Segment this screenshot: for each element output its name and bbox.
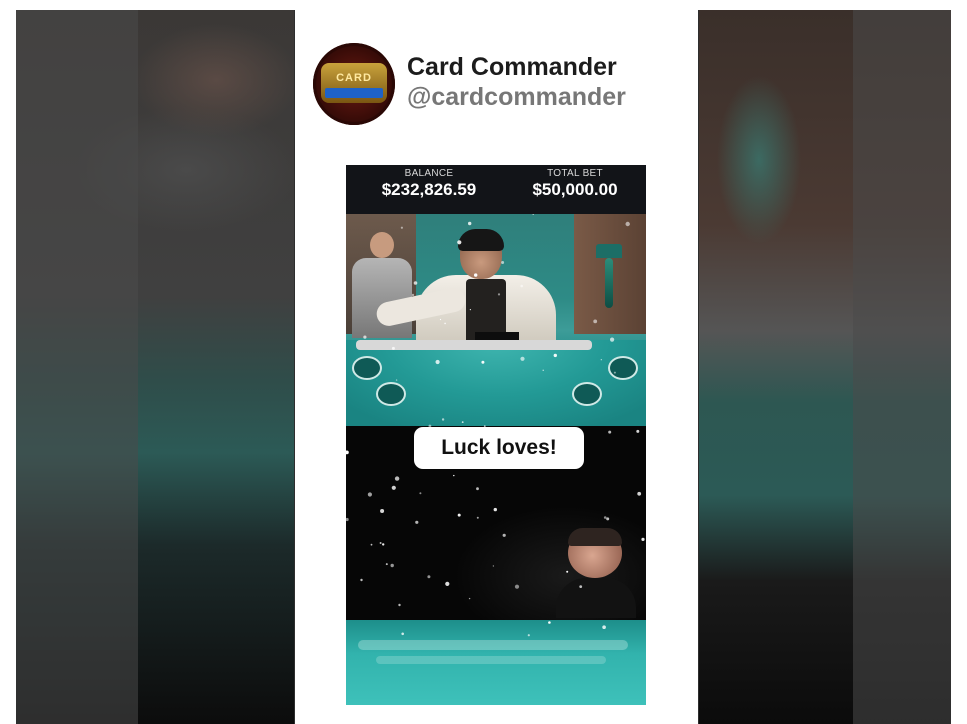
blackjack-table-scene [346,214,646,426]
dealer-nameplate [475,332,519,340]
blurred-background-right [699,10,951,724]
seat-marker [376,382,406,406]
channel-name[interactable]: Card Commander [407,53,617,82]
seat-marker [572,382,602,406]
seat-marker [352,356,382,380]
balance-bar: BALANCE $232,826.59 TOTAL BET $50,000.00 [346,165,646,214]
total-bet-stat: TOTAL BET $50,000.00 [516,168,634,200]
blackjack-table [346,340,646,426]
balance-label: BALANCE [404,168,454,179]
table-lamp [596,244,622,314]
channel-avatar-logo[interactable]: CARD [313,43,395,125]
caption-bubble: Luck loves! [414,427,584,469]
channel-handle[interactable]: @cardcommander [407,83,626,112]
short-card: CARD Card Commander @cardcommander BALAN… [295,10,698,724]
felt-text-blur [376,656,606,664]
avatar-banner [325,88,383,98]
video-frame[interactable]: BALANCE $232,826.59 TOTAL BET $50,000.00 [346,165,646,705]
player [556,528,636,618]
balance-value: $232,826.59 [381,180,477,199]
table-felt-closeup [346,620,646,705]
table-rail [356,340,592,350]
total-bet-label: TOTAL BET [547,168,603,179]
felt-text-blur [358,640,628,650]
total-bet-value: $50,000.00 [532,180,618,199]
balance-stat: BALANCE $232,826.59 [366,168,492,200]
avatar-logo-text: CARD [336,72,372,84]
blurred-background-left [16,10,294,724]
seat-marker [608,356,638,380]
